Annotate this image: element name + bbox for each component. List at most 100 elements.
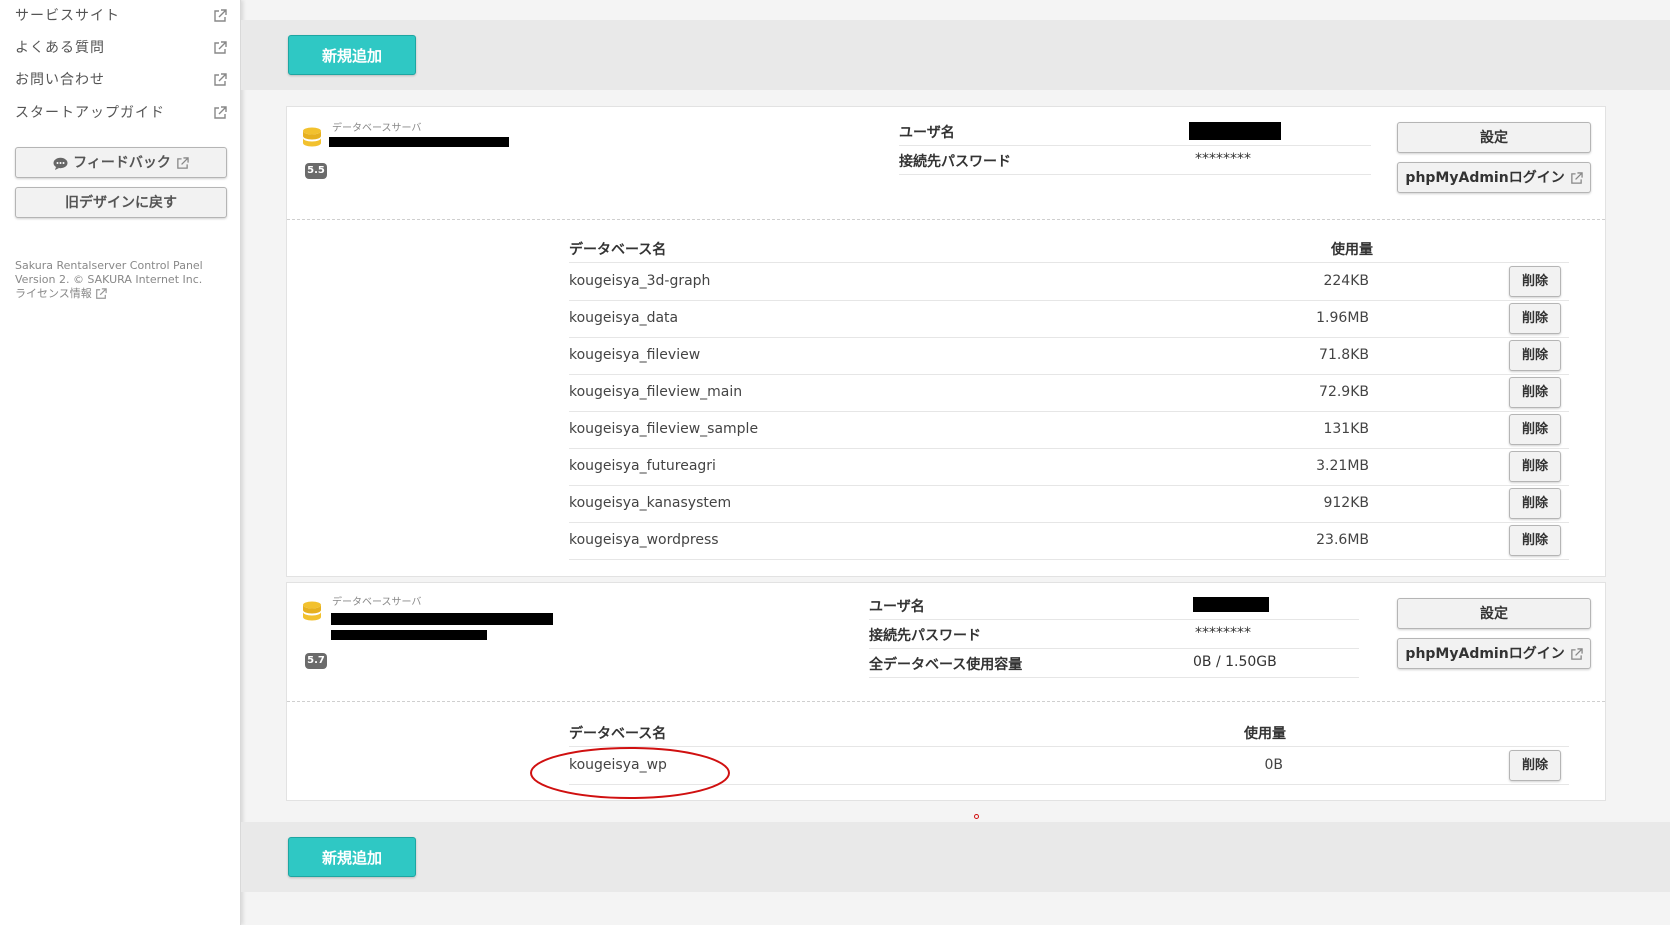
add-new-button[interactable]: 新規追加 <box>288 35 416 75</box>
db-name: kougeisya_fileview_sample <box>569 421 759 437</box>
column-header-db-name: データベース名 <box>569 726 667 742</box>
chat-bubble-icon <box>53 155 73 171</box>
db-name: kougeisya_fileview <box>569 347 701 363</box>
delete-button[interactable]: 削除 <box>1509 303 1561 334</box>
redacted-hostname <box>331 630 487 640</box>
redacted-hostname <box>331 613 553 625</box>
license-label: ライセンス情報 <box>15 287 92 300</box>
delete-label: 削除 <box>1521 758 1548 773</box>
sidebar-link-contact[interactable]: お問い合わせ <box>15 69 227 91</box>
sidebar-link-label: サービスサイト <box>15 8 120 24</box>
divider <box>287 701 1605 702</box>
external-link-icon <box>213 102 227 124</box>
info-value: 0B / 1.50GB <box>1193 654 1277 670</box>
delete-label: 削除 <box>1521 274 1548 289</box>
footer-product-name: Sakura Rentalserver Control Panel <box>15 259 203 272</box>
external-link-icon <box>213 5 227 27</box>
divider <box>287 219 1605 220</box>
delete-label: 削除 <box>1521 385 1548 400</box>
settings-button[interactable]: 設定 <box>1397 598 1591 629</box>
license-link[interactable]: ライセンス情報 <box>15 287 203 301</box>
db-size: 912KB <box>1323 495 1369 511</box>
phpmyadmin-label: phpMyAdminログイン <box>1405 170 1565 186</box>
table-row: kougeisya_kanasystem 912KB 削除 <box>569 485 1569 523</box>
info-row-password: 接続先パスワード ******** <box>899 146 1371 175</box>
delete-button[interactable]: 削除 <box>1509 340 1561 371</box>
db-size: 224KB <box>1323 273 1369 289</box>
version-badge: 5.7 <box>305 653 327 669</box>
sidebar-link-service-site[interactable]: サービスサイト <box>15 5 227 27</box>
info-value: ******** <box>1195 151 1251 167</box>
db-server-card: データベースサーバ 5.5 ユーザ名 接続先パスワード ******** 設定 … <box>286 106 1606 577</box>
sidebar-link-startup-guide[interactable]: スタートアップガイド <box>15 102 227 124</box>
sidebar-link-label: お問い合わせ <box>15 72 105 88</box>
delete-button[interactable]: 削除 <box>1509 488 1561 519</box>
delete-label: 削除 <box>1521 496 1548 511</box>
old-design-button[interactable]: 旧デザインに戻す <box>15 187 227 218</box>
bottom-action-bar: 新規追加 <box>241 822 1670 892</box>
add-new-button[interactable]: 新規追加 <box>288 837 416 877</box>
delete-button[interactable]: 削除 <box>1509 266 1561 297</box>
phpmyadmin-label: phpMyAdminログイン <box>1405 646 1565 662</box>
info-key: 接続先パスワード <box>899 154 1011 170</box>
server-label: データベースサーバ <box>332 123 422 134</box>
database-icon <box>302 127 322 153</box>
db-name: kougeisya_data <box>569 310 679 326</box>
delete-label: 削除 <box>1521 459 1548 474</box>
column-header-usage: 使用量 <box>1331 242 1373 258</box>
info-row-username: ユーザ名 <box>899 117 1371 146</box>
db-name: kougeisya_3d-graph <box>569 273 711 289</box>
database-icon <box>302 601 322 627</box>
footer-version: Version 2. © SAKURA Internet Inc. <box>15 273 203 286</box>
db-server-card: データベースサーバ 5.7 ユーザ名 接続先パスワード ******** 全デー… <box>286 582 1606 801</box>
external-link-icon <box>95 287 108 300</box>
server-label: データベースサーバ <box>332 597 422 608</box>
delete-button[interactable]: 削除 <box>1509 377 1561 408</box>
delete-button[interactable]: 削除 <box>1509 525 1561 556</box>
db-size: 1.96MB <box>1316 310 1369 326</box>
top-action-bar: 新規追加 <box>241 20 1670 90</box>
delete-label: 削除 <box>1521 348 1548 363</box>
info-row-total-usage: 全データベース使用容量 0B / 1.50GB <box>869 649 1359 678</box>
delete-button[interactable]: 削除 <box>1509 750 1561 781</box>
db-size: 0B <box>1264 757 1283 773</box>
settings-button[interactable]: 設定 <box>1397 122 1591 153</box>
table-row: kougeisya_futureagri 3.21MB 削除 <box>569 448 1569 486</box>
delete-label: 削除 <box>1521 311 1548 326</box>
db-name: kougeisya_kanasystem <box>569 495 732 511</box>
delete-button[interactable]: 削除 <box>1509 451 1561 482</box>
table-row: kougeisya_data 1.96MB 削除 <box>569 300 1569 338</box>
db-size: 131KB <box>1323 421 1369 437</box>
sidebar-link-label: よくある質問 <box>15 40 105 56</box>
settings-label: 設定 <box>1480 130 1508 146</box>
sidebar-link-faq[interactable]: よくある質問 <box>15 37 227 59</box>
add-new-label: 新規追加 <box>321 849 382 867</box>
delete-label: 削除 <box>1521 422 1548 437</box>
db-size: 71.8KB <box>1319 347 1369 363</box>
db-name: kougeisya_fileview_main <box>569 384 743 400</box>
external-link-icon <box>1570 646 1583 662</box>
column-header-usage: 使用量 <box>1244 726 1286 742</box>
external-link-icon <box>176 155 189 171</box>
sidebar: サービスサイト よくある質問 お問い合わせ スタートアップガイド フィードバック… <box>0 0 241 925</box>
table-row: kougeisya_3d-graph 224KB 削除 <box>569 263 1569 301</box>
annotation-dot <box>974 814 979 819</box>
info-row-username: ユーザ名 <box>869 591 1359 620</box>
db-name: kougeisya_wordpress <box>569 532 719 548</box>
table-row: kougeisya_fileview 71.8KB 削除 <box>569 337 1569 375</box>
external-link-icon <box>213 37 227 59</box>
delete-button[interactable]: 削除 <box>1509 414 1561 445</box>
phpmyadmin-login-button[interactable]: phpMyAdminログイン <box>1397 638 1591 669</box>
info-key: ユーザ名 <box>899 125 955 141</box>
settings-label: 設定 <box>1480 606 1508 622</box>
table-row: kougeisya_fileview_sample 131KB 削除 <box>569 411 1569 449</box>
add-new-label: 新規追加 <box>321 47 382 65</box>
version-badge: 5.5 <box>305 163 327 179</box>
db-size: 3.21MB <box>1316 458 1369 474</box>
sidebar-footer: Sakura Rentalserver Control Panel Versio… <box>15 259 203 301</box>
info-key: 全データベース使用容量 <box>869 657 1023 673</box>
feedback-button[interactable]: フィードバック <box>15 147 227 178</box>
db-size: 23.6MB <box>1316 532 1369 548</box>
phpmyadmin-login-button[interactable]: phpMyAdminログイン <box>1397 162 1591 193</box>
db-name: kougeisya_futureagri <box>569 458 716 474</box>
